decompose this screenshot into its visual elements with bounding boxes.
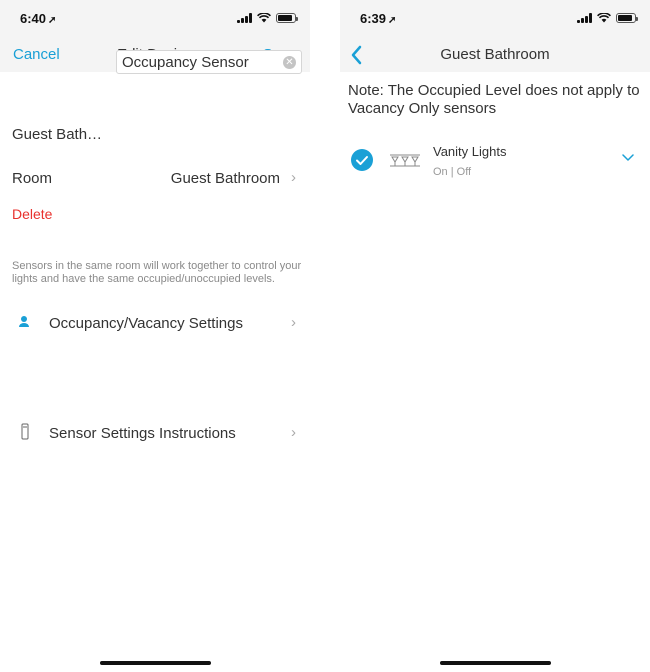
cancel-button[interactable]: Cancel <box>13 46 60 63</box>
device-name-field[interactable]: ✕ <box>116 50 302 74</box>
wifi-icon <box>597 13 611 23</box>
sensor-device-icon <box>21 423 29 440</box>
cellular-signal-icon <box>237 13 252 23</box>
room-occupancy-screen: 6:39 ➚ Guest Bathroom Note: The Occupied … <box>340 0 650 672</box>
battery-icon <box>276 13 298 23</box>
room-label: Room <box>12 170 53 187</box>
cellular-signal-icon <box>577 13 592 23</box>
room-helper-text: Sensors in the same room will work toget… <box>12 260 302 285</box>
vanity-light-fixture-icon <box>390 154 420 167</box>
status-bar: 6:39 ➚ <box>340 0 650 38</box>
battery-icon <box>616 13 638 23</box>
checkmark-icon[interactable] <box>351 149 373 171</box>
chevron-right-icon: › <box>291 169 296 186</box>
person-icon <box>19 316 29 327</box>
battery-fill <box>618 15 633 21</box>
edit-device-form: Guest Bath… ✕ Room Guest Bathroom › Dele… <box>0 50 310 672</box>
home-indicator[interactable] <box>440 661 551 665</box>
light-name: Vanity Lights <box>433 144 507 159</box>
battery-fill <box>278 15 293 21</box>
clear-text-icon[interactable]: ✕ <box>283 56 296 69</box>
status-bar: 6:40 ➚ <box>0 0 310 38</box>
status-time: 6:39 <box>360 11 387 26</box>
status-time: 6:40 <box>20 11 47 26</box>
occupied-level-note: Note: The Occupied Level does not apply … <box>348 82 640 117</box>
device-name-input[interactable] <box>117 51 277 73</box>
chevron-down-icon[interactable] <box>622 154 634 162</box>
device-name-label: Guest Bath… <box>12 126 103 143</box>
navigation-bar: Guest Bathroom <box>340 38 650 72</box>
chevron-right-icon: › <box>291 314 296 331</box>
room-settings-content: Note: The Occupied Level does not apply … <box>340 72 650 672</box>
room-row[interactable]: Room Guest Bathroom › <box>0 160 310 196</box>
chevron-right-icon: › <box>291 424 296 441</box>
home-indicator[interactable] <box>100 661 211 665</box>
delete-button[interactable]: Delete <box>12 206 52 222</box>
occupancy-settings-label: Occupancy/Vacancy Settings <box>49 315 243 332</box>
sensor-instructions-label: Sensor Settings Instructions <box>49 425 236 442</box>
room-value: Guest Bathroom <box>170 170 280 187</box>
location-arrow-icon: ➚ <box>48 15 57 26</box>
light-status: On | Off <box>433 166 472 178</box>
wifi-icon <box>257 13 271 23</box>
sensor-instructions-row[interactable]: Sensor Settings Instructions › <box>0 418 310 448</box>
edit-device-screen: 6:40➚ Edit Device Cancel Save Guest Bath… <box>0 0 310 672</box>
page-title: Guest Bathroom <box>440 46 550 63</box>
occupancy-settings-row[interactable]: Occupancy/Vacancy Settings › <box>0 308 310 338</box>
delete-row[interactable]: Delete <box>0 198 310 228</box>
location-arrow-icon: ➚ <box>388 15 397 26</box>
